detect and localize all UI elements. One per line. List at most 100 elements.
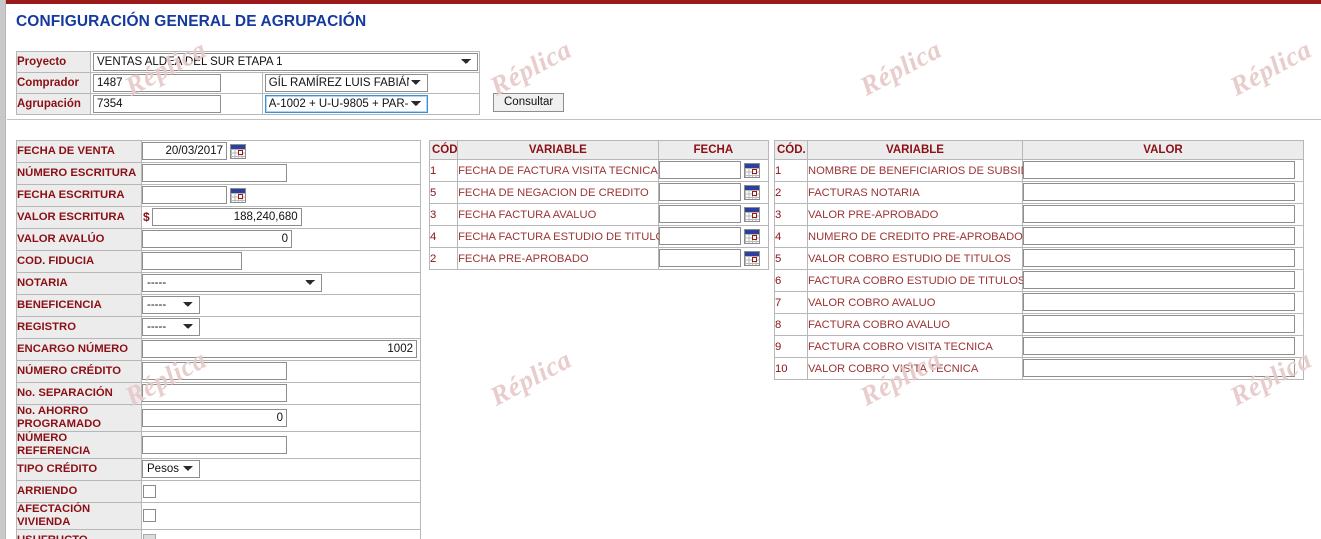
calendar-icon[interactable] [743, 162, 760, 178]
fechas-fecha-cell [657, 225, 770, 248]
fechas-header-row: CÓD VARIABLE FECHA [428, 140, 770, 160]
form-row: ENCARGO NÚMERO [16, 338, 421, 361]
fechas-variable-cell: FECHA DE FACTURA VISITA TECNICA [457, 159, 659, 182]
proyecto-field-cell: VENTAS ALDEA DEL SUR ETAPA 1 [90, 51, 480, 73]
form-row: COD. FIDUCIA [16, 250, 421, 273]
comprador-select[interactable]: GÍL RAMÍREZ LUIS FABIÁN [264, 74, 428, 92]
input-n-mero-escritura[interactable] [142, 164, 287, 183]
valores-cod-cell: 6 [774, 269, 808, 292]
valor-input[interactable] [1023, 359, 1295, 378]
proyecto-select[interactable]: VENTAS ALDEA DEL SUR ETAPA 1 [93, 53, 478, 71]
valor-input[interactable] [1023, 271, 1295, 290]
fechas-variable-cell: FECHA DE NEGACION DE CREDITO [457, 181, 659, 204]
calendar-icon[interactable] [743, 206, 760, 222]
checkbox-arriendo[interactable] [143, 484, 156, 498]
input-n-mero-referencia[interactable] [142, 435, 287, 454]
input-no-ahorro-programado[interactable] [142, 408, 287, 427]
form-row-label: BENEFICENCIA [16, 294, 142, 317]
general-form-panel: FECHA DE VENTANÚMERO ESCRITURAFECHA ESCR… [16, 140, 421, 539]
select-registro[interactable]: ----- [142, 318, 200, 337]
valores-variable-cell: VALOR COBRO ESTUDIO DE TITULOS [807, 247, 1023, 270]
agrupacion-name-cell: A-1002 + U-U-9805 + PAR- [261, 93, 481, 115]
input-valor-escritura[interactable] [151, 208, 302, 227]
valores-cod-cell: 2 [774, 181, 808, 204]
checkbox-afectaci-n-vivienda[interactable] [143, 509, 156, 523]
window-left-edge [0, 0, 6, 539]
calendar-icon[interactable] [743, 250, 760, 266]
valores-variable-cell: VALOR PRE-APROBADO [807, 203, 1023, 226]
valores-cod-cell: 5 [774, 247, 808, 270]
form-row-field: ----- [141, 272, 421, 295]
form-row-label: TIPO CRÉDITO [16, 458, 142, 481]
form-row-field [141, 228, 421, 251]
fecha-input[interactable] [658, 249, 741, 268]
form-row-field [141, 404, 421, 432]
fecha-input[interactable] [658, 227, 741, 246]
application-page: CONFIGURACIÓN GENERAL DE AGRUPACIÓN Proy… [0, 0, 1321, 539]
agrupacion-code-input[interactable] [93, 95, 221, 113]
top-accent-bar [6, 0, 1321, 4]
valor-input[interactable] [1023, 249, 1295, 268]
table-row: 3 FECHA FACTURA AVALUO [428, 203, 770, 226]
valores-panel: CÓD. VARIABLE VALOR 1 NOMBRE DE BENEFICIA… [774, 140, 1304, 380]
valores-variable-cell: FACTURA COBRO ESTUDIO DE TITULOS [807, 269, 1025, 292]
valores-variable-cell: VALOR COBRO VISITA TECNICA [807, 357, 1023, 380]
valor-input[interactable] [1023, 161, 1295, 180]
input-cod-fiducia[interactable] [142, 252, 242, 271]
calendar-icon[interactable] [230, 187, 246, 203]
input-fecha-de-venta[interactable] [142, 142, 227, 161]
form-row-field [141, 360, 421, 383]
fecha-input[interactable] [658, 161, 741, 180]
valores-variable-cell: VALOR COBRO AVALUO [807, 291, 1023, 314]
form-row-label: USUFRUCTO [16, 529, 142, 539]
valor-input[interactable] [1023, 293, 1295, 312]
calendar-icon[interactable] [743, 228, 760, 244]
valores-header-valor: VALOR [1022, 140, 1304, 160]
form-row: NÚMERO ESCRITURA [16, 162, 421, 185]
select-notaria[interactable]: ----- [142, 274, 322, 293]
filter-table: Proyecto VENTAS ALDEA DEL SUR ETAPA 1 Co… [16, 51, 481, 115]
input-fecha-escritura[interactable] [142, 186, 227, 205]
input-n-mero-cr-dito[interactable] [142, 362, 287, 381]
fechas-header-fecha: FECHA [657, 140, 770, 160]
valor-input[interactable] [1023, 205, 1295, 224]
currency-symbol: $ [143, 210, 150, 225]
fechas-fecha-cell [657, 181, 770, 204]
form-row-label: No. SEPARACIÓN [16, 382, 142, 405]
form-row-field [141, 502, 421, 530]
agrupacion-select[interactable]: A-1002 + U-U-9805 + PAR- [264, 95, 428, 113]
input-no-separaci-n[interactable] [142, 384, 287, 403]
select-beneficencia[interactable]: ----- [142, 296, 200, 315]
table-row: 7 VALOR COBRO AVALUO [774, 291, 1304, 314]
fechas-variable-cell: FECHA PRE-APROBADO [457, 247, 659, 270]
fechas-header-cod: CÓD [428, 140, 459, 160]
consultar-button[interactable]: Consultar [493, 93, 565, 112]
comprador-code-input[interactable] [93, 74, 221, 92]
fechas-variable-cell: FECHA FACTURA AVALUO [457, 203, 659, 226]
select-tipo-cr-dito[interactable]: Pesos [142, 460, 200, 479]
valor-input[interactable] [1023, 337, 1295, 356]
valor-input[interactable] [1023, 183, 1295, 202]
valores-valor-cell [1022, 357, 1304, 380]
calendar-icon[interactable] [743, 184, 760, 200]
form-row-label: VALOR AVALÚO [16, 228, 142, 251]
fecha-input[interactable] [658, 183, 741, 202]
checkbox-usufructo [143, 533, 156, 539]
table-row: 9 FACTURA COBRO VISITA TECNICA [774, 335, 1304, 358]
valores-variable-cell: FACTURA COBRO AVALUO [807, 313, 1023, 336]
comprador-code-cell [90, 72, 263, 94]
calendar-icon[interactable] [230, 143, 246, 159]
input-valor-aval-o[interactable] [142, 230, 292, 249]
input-encargo-n-mero[interactable] [142, 340, 417, 359]
form-row-field: ----- [141, 316, 421, 339]
general-form-table: FECHA DE VENTANÚMERO ESCRITURAFECHA ESCR… [16, 140, 421, 539]
fecha-input[interactable] [658, 205, 741, 224]
form-row: BENEFICENCIA ----- [16, 294, 421, 317]
table-row: 1 NOMBRE DE BENEFICIARIOS DE SUBSIDIO [774, 159, 1304, 182]
valor-input[interactable] [1023, 227, 1295, 246]
filter-row-proyecto: Proyecto VENTAS ALDEA DEL SUR ETAPA 1 [16, 51, 480, 73]
form-row-field [141, 250, 421, 273]
valores-valor-cell [1022, 269, 1304, 292]
valor-input[interactable] [1023, 315, 1295, 334]
valores-variable-cell: FACTURAS NOTARIA [807, 181, 1023, 204]
